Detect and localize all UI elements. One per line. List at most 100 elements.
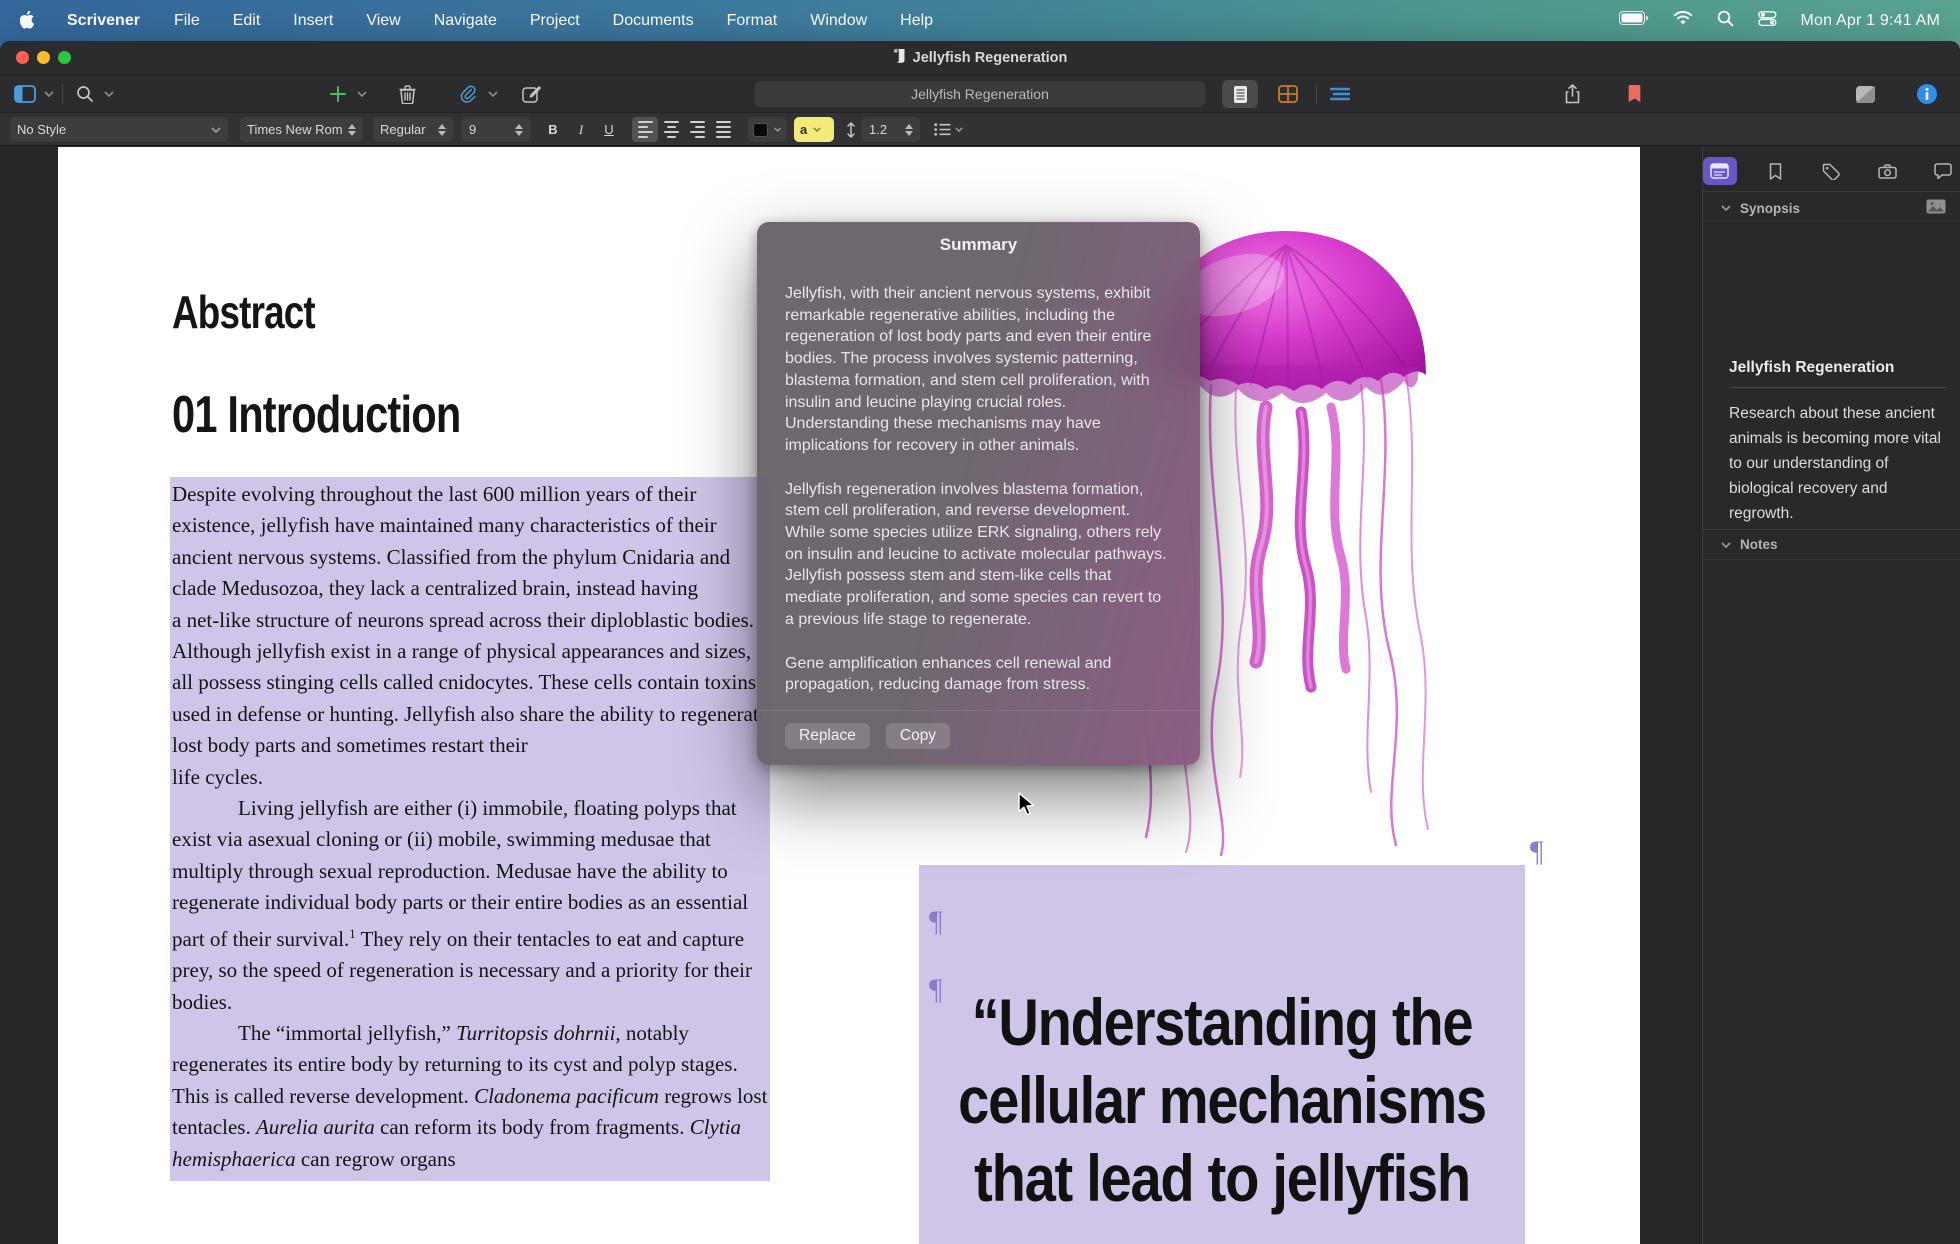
quote-block[interactable]: ¶ ¶ “Understanding the cellular mechanis… <box>919 865 1525 1244</box>
font-weight-value: Regular <box>380 122 426 137</box>
menu-item-window[interactable]: Window <box>810 12 867 30</box>
summary-paragraph-jellyfish-regenera: Jellyfish regeneration involves blastema… <box>785 479 1172 631</box>
close-window-button[interactable] <box>16 51 29 64</box>
pilcrow-mark: ¶ <box>929 905 943 939</box>
zoom-window-button[interactable] <box>58 51 71 64</box>
attach-paperclip-button[interactable] <box>455 75 481 113</box>
menu-item-format[interactable]: Format <box>727 12 778 30</box>
apple-menu-icon[interactable] <box>20 11 37 31</box>
menu-bar: Scrivener File Edit Insert View Navigate Proj… <box>0 0 1960 41</box>
line-spacing-select[interactable]: 1.2 <box>862 117 920 142</box>
italic-button[interactable]: I <box>568 117 594 142</box>
summary-popup-body: Jellyfish, with their ancient nervous sy… <box>757 255 1200 696</box>
underline-button[interactable]: U <box>596 117 622 142</box>
bold-button[interactable]: B <box>540 117 566 142</box>
document-paragraph: Living jellyfish are either (i) immobile… <box>172 793 768 1018</box>
control-center-icon[interactable] <box>1758 11 1777 31</box>
style-select-value: No Style <box>17 122 66 137</box>
share-button[interactable] <box>1558 75 1586 113</box>
menu-item-documents[interactable]: Documents <box>613 12 694 30</box>
tab-comments[interactable] <box>1926 157 1960 185</box>
font-weight-stepper-icon <box>438 124 446 136</box>
view-mode-outline-button[interactable] <box>1322 80 1358 108</box>
add-item-chevron-icon[interactable] <box>355 75 369 113</box>
toolbar: Jellyfish Regeneration <box>0 75 1960 113</box>
summary-popup: Summary Jellyfish, with their ancient ne… <box>757 222 1200 765</box>
highlight-label: a <box>800 122 807 137</box>
font-family-stepper-icon <box>348 124 356 136</box>
text-color-swatch <box>753 123 768 137</box>
highlight-color-well[interactable]: a <box>794 117 834 142</box>
heading-introduction: 01 Introduction <box>172 385 460 445</box>
synopsis-text[interactable]: Research about these ancient animals is … <box>1729 401 1941 526</box>
chevron-down-icon <box>211 127 221 133</box>
menu-items: File Edit Insert View Navigate Project Documen… <box>174 12 933 30</box>
battery-icon[interactable] <box>1619 11 1649 30</box>
synopsis-title[interactable]: Jellyfish Regeneration <box>1729 359 1894 377</box>
summary-paragraph-jellyfish-with-th: Jellyfish, with their ancient nervous sy… <box>785 283 1172 457</box>
binder-chevron-icon[interactable] <box>42 75 56 113</box>
line-spacing-stepper-icon <box>905 124 913 136</box>
font-weight-select[interactable]: Regular <box>373 117 453 142</box>
tab-synopsis-notes[interactable] <box>1703 157 1737 185</box>
menu-item-view[interactable]: View <box>366 12 400 30</box>
text-color-well[interactable] <box>748 117 786 142</box>
tab-metadata[interactable] <box>1815 157 1849 185</box>
heading-abstract: Abstract <box>172 285 315 339</box>
menu-item-insert[interactable]: Insert <box>293 12 333 30</box>
format-bar: No Style Times New Roman Regular 9 B I U <box>0 113 1960 146</box>
document-paragraph: The “immortal jellyfish,” Turritopsis do… <box>172 1018 768 1175</box>
menu-app-name[interactable]: Scrivener <box>67 12 140 30</box>
menu-item-file[interactable]: File <box>174 12 200 30</box>
menu-item-project[interactable]: Project <box>530 12 580 30</box>
minimize-window-button[interactable] <box>37 51 50 64</box>
menu-item-navigate[interactable]: Navigate <box>434 12 497 30</box>
menu-clock[interactable]: Mon Apr 1 9:41 AM <box>1801 12 1940 30</box>
notes-label: Notes <box>1740 537 1778 552</box>
synopsis-image-icon[interactable] <box>1926 199 1946 217</box>
quick-reference-button[interactable] <box>1850 75 1880 113</box>
document-title-field[interactable]: Jellyfish Regeneration <box>755 81 1205 107</box>
font-family-value: Times New Roman <box>247 122 342 137</box>
inspector-info-button[interactable] <box>1912 75 1942 113</box>
trash-button[interactable] <box>394 75 420 113</box>
attach-chevron-icon[interactable] <box>486 75 500 113</box>
toggle-binder-button[interactable] <box>12 75 38 113</box>
font-size-value: 9 <box>469 122 476 137</box>
highlighted-text-block[interactable]: Despite evolving throughout the last 600… <box>170 477 770 1181</box>
tab-bookmarks[interactable] <box>1759 157 1793 185</box>
tab-snapshots[interactable] <box>1870 157 1904 185</box>
spotlight-search-icon[interactable] <box>1717 10 1734 32</box>
summary-popup-footer: Replace Copy <box>757 710 1200 765</box>
window-title: Jellyfish Regeneration <box>913 50 1068 66</box>
menu-item-help[interactable]: Help <box>900 12 933 30</box>
font-size-select[interactable]: 9 <box>462 117 530 142</box>
list-style-button[interactable] <box>930 117 966 142</box>
pilcrow-mark: ¶ <box>1530 835 1544 869</box>
add-item-button[interactable] <box>325 75 351 113</box>
style-select[interactable]: No Style <box>10 117 228 142</box>
notes-section-header[interactable]: Notes <box>1721 537 1946 552</box>
replace-button[interactable]: Replace <box>785 723 870 749</box>
synopsis-rule <box>1729 387 1946 388</box>
view-mode-document-button[interactable] <box>1222 80 1258 108</box>
synopsis-label: Synopsis <box>1740 201 1800 216</box>
align-right-button[interactable] <box>684 117 710 142</box>
align-center-button[interactable] <box>658 117 684 142</box>
wifi-icon[interactable] <box>1673 11 1693 31</box>
view-mode-corkboard-button[interactable] <box>1270 80 1306 108</box>
summary-paragraph-gene-amplification: Gene amplification enhances cell renewal… <box>785 653 1172 696</box>
compose-button[interactable] <box>518 75 546 113</box>
copy-button[interactable]: Copy <box>886 723 950 749</box>
synopsis-section-header[interactable]: Synopsis <box>1721 199 1946 217</box>
bookmark-button[interactable] <box>1622 75 1646 113</box>
align-justify-button[interactable] <box>710 117 736 142</box>
search-chevron-icon[interactable] <box>102 75 116 113</box>
font-family-select[interactable]: Times New Roman <box>240 117 363 142</box>
window-title-bar: Jellyfish Regeneration <box>0 41 1960 75</box>
align-left-button[interactable] <box>632 117 658 142</box>
menu-item-edit[interactable]: Edit <box>233 12 261 30</box>
chevron-down-icon <box>813 127 821 132</box>
search-icon[interactable] <box>72 75 98 113</box>
line-spacing-value: 1.2 <box>869 122 887 137</box>
